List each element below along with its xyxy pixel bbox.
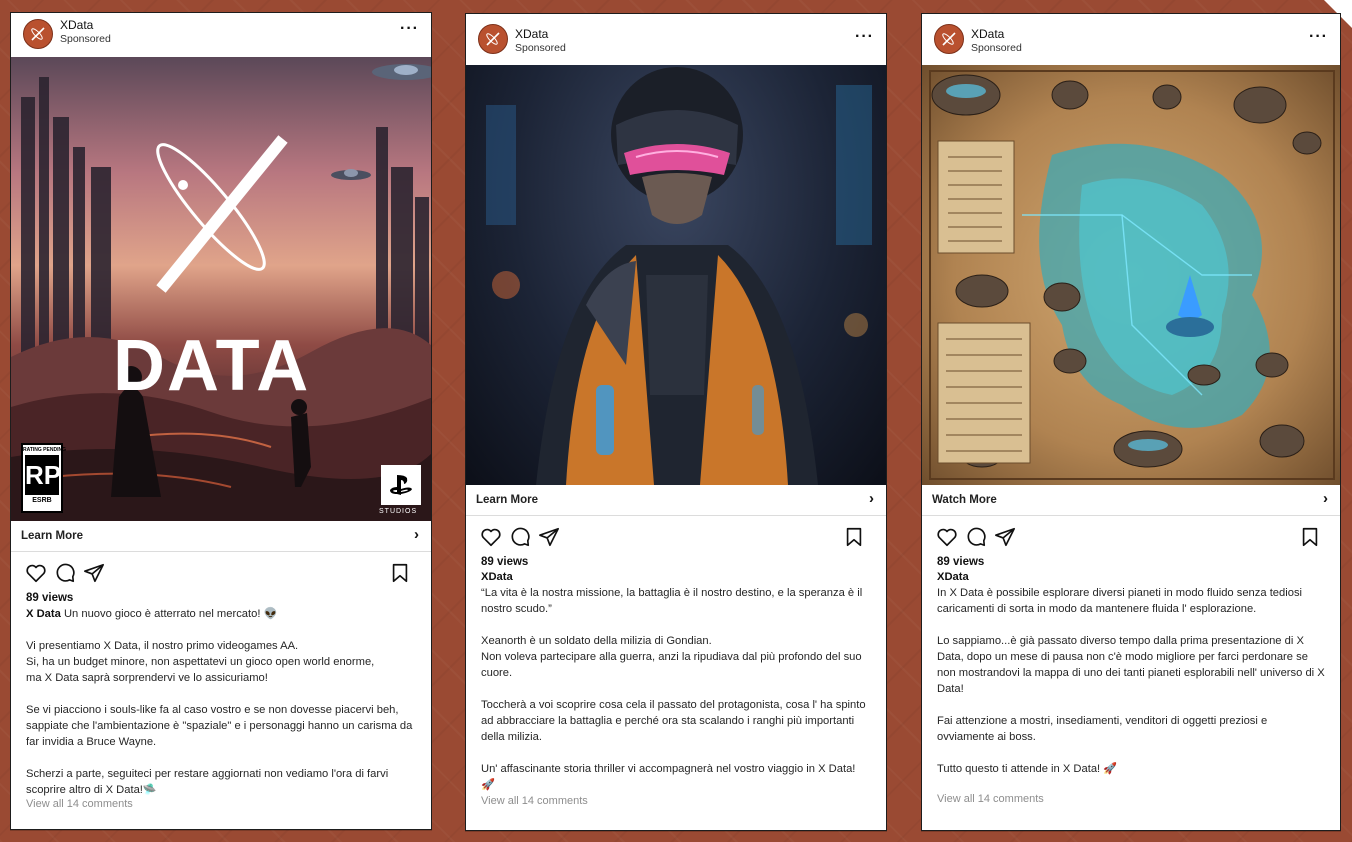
caption-line: Xeanorth è un soldato della milizia di G…	[481, 635, 712, 647]
cta-label: Watch More	[932, 494, 997, 506]
caption-line: Tutto questo ti attende in X Data! 🚀	[937, 763, 1118, 775]
caption-username[interactable]: XData	[937, 571, 969, 583]
caption-line: Se vi piacciono i souls-like fa al caso …	[26, 704, 413, 748]
caption-line: Un' affascinante storia thriller vi acco…	[481, 763, 856, 791]
cta-button[interactable]: Learn More ›	[11, 521, 431, 552]
game-logo-text: DATA	[113, 326, 311, 406]
action-bar	[466, 516, 886, 552]
playstation-icon	[390, 475, 412, 495]
sci-fi-landscape	[11, 64, 431, 521]
post-header: XData Sponsored ···	[11, 13, 431, 57]
comment-icon[interactable]	[509, 526, 531, 548]
caption-line: Si, ha un budget minore, non aspettatevi…	[26, 656, 375, 668]
action-bar	[922, 516, 1340, 552]
rating-pending-label: RATING PENDING	[23, 447, 66, 453]
sponsored-label: Sponsored	[515, 42, 566, 54]
share-icon[interactable]	[538, 526, 560, 548]
share-icon[interactable]	[994, 526, 1016, 548]
heart-icon[interactable]	[936, 526, 958, 548]
account-name[interactable]: XData	[515, 28, 548, 41]
chevron-right-icon: ›	[869, 490, 874, 507]
cta-button[interactable]: Watch More ›	[922, 485, 1340, 516]
avatar[interactable]	[934, 24, 964, 54]
caption-line: Scherzi a parte, seguiteci per restare a…	[26, 768, 389, 796]
cta-button[interactable]: Learn More ›	[466, 485, 886, 516]
caption-line: Toccherà a voi scoprire cosa cela il pas…	[481, 699, 866, 743]
bookmark-icon[interactable]	[1299, 526, 1321, 548]
post-header: XData Sponsored ···	[922, 14, 1340, 65]
action-bar	[11, 552, 431, 588]
more-icon[interactable]: ···	[1309, 28, 1328, 46]
more-icon[interactable]: ···	[855, 28, 874, 46]
caption-username[interactable]: XData	[481, 571, 513, 583]
comment-icon[interactable]	[965, 526, 987, 548]
post-image[interactable]	[922, 65, 1340, 485]
caption: XData “La vita è la nostra missione, la …	[466, 569, 886, 793]
post-card-3: XData Sponsored ··· Watch More › 89 view…	[921, 13, 1341, 831]
caption: XData In X Data è possibile esplorare di…	[922, 569, 1340, 777]
view-comments-link[interactable]: View all 14 comments	[922, 793, 1340, 805]
caption-line: Lo sappiamo...è già passato diverso temp…	[937, 635, 1325, 695]
account-name[interactable]: XData	[60, 19, 93, 32]
heart-icon[interactable]	[480, 526, 502, 548]
caption-line: “La vita è la nostra missione, la battag…	[481, 587, 863, 615]
rating-rp-label: RP	[25, 455, 61, 495]
post-header: XData Sponsored ···	[466, 14, 886, 65]
playstation-logo	[381, 465, 421, 505]
esrb-rating-badge: RATING PENDING RP ESRB	[21, 443, 66, 513]
post-card-2: XData Sponsored ··· Learn More › 89 view…	[465, 13, 887, 831]
xdata-logo-icon	[31, 27, 45, 41]
chevron-right-icon: ›	[1323, 490, 1328, 507]
views-count: 89 views	[481, 556, 529, 568]
sponsored-label: Sponsored	[60, 33, 111, 45]
comment-icon[interactable]	[54, 562, 76, 584]
view-comments-link[interactable]: View all 14 comments	[466, 795, 886, 807]
chevron-right-icon: ›	[414, 526, 419, 543]
post-image[interactable]: DATA RATING PENDING RP ESRB STUDIOS	[11, 57, 431, 521]
avatar[interactable]	[23, 19, 53, 49]
studios-label: STUDIOS	[379, 508, 418, 515]
game-world-map	[929, 70, 1335, 480]
caption-line: Fai attenzione a mostri, insediamenti, v…	[937, 715, 1268, 743]
heart-icon[interactable]	[25, 562, 47, 584]
avatar[interactable]	[478, 24, 508, 54]
account-name[interactable]: XData	[971, 28, 1004, 41]
share-icon[interactable]	[83, 562, 105, 584]
caption-line: Vi presentiamo X Data, il nostro primo v…	[26, 640, 299, 652]
sponsored-label: Sponsored	[971, 42, 1022, 54]
more-icon[interactable]: ···	[400, 20, 419, 38]
cyberpunk-soldier-art	[486, 67, 872, 485]
caption-line: In X Data è possibile esplorare diversi …	[937, 587, 1303, 615]
post-card-1: XData Sponsored ··· DATA RATING PENDING …	[10, 12, 432, 830]
cta-label: Learn More	[476, 494, 538, 506]
xdata-logo-icon	[942, 32, 956, 46]
bookmark-icon[interactable]	[843, 526, 865, 548]
caption-line: ma X Data saprà sorprendervi ve lo assic…	[26, 672, 268, 684]
esrb-label: ESRB	[32, 497, 52, 504]
caption: X Data Un nuovo gioco è atterrato nel me…	[11, 606, 431, 798]
caption-line: Un nuovo gioco è atterrato nel mercato! …	[63, 608, 278, 620]
views-count: 89 views	[26, 592, 74, 604]
post-image[interactable]	[466, 65, 886, 485]
caption-line: Non voleva partecipare alla guerra, anzi…	[481, 651, 862, 679]
view-comments-link[interactable]: View all 14 comments	[11, 798, 431, 810]
views-count: 89 views	[937, 556, 985, 568]
bookmark-icon[interactable]	[389, 562, 411, 584]
cta-label: Learn More	[21, 530, 83, 542]
caption-username[interactable]: X Data	[26, 608, 61, 620]
xdata-logo-icon	[486, 32, 500, 46]
